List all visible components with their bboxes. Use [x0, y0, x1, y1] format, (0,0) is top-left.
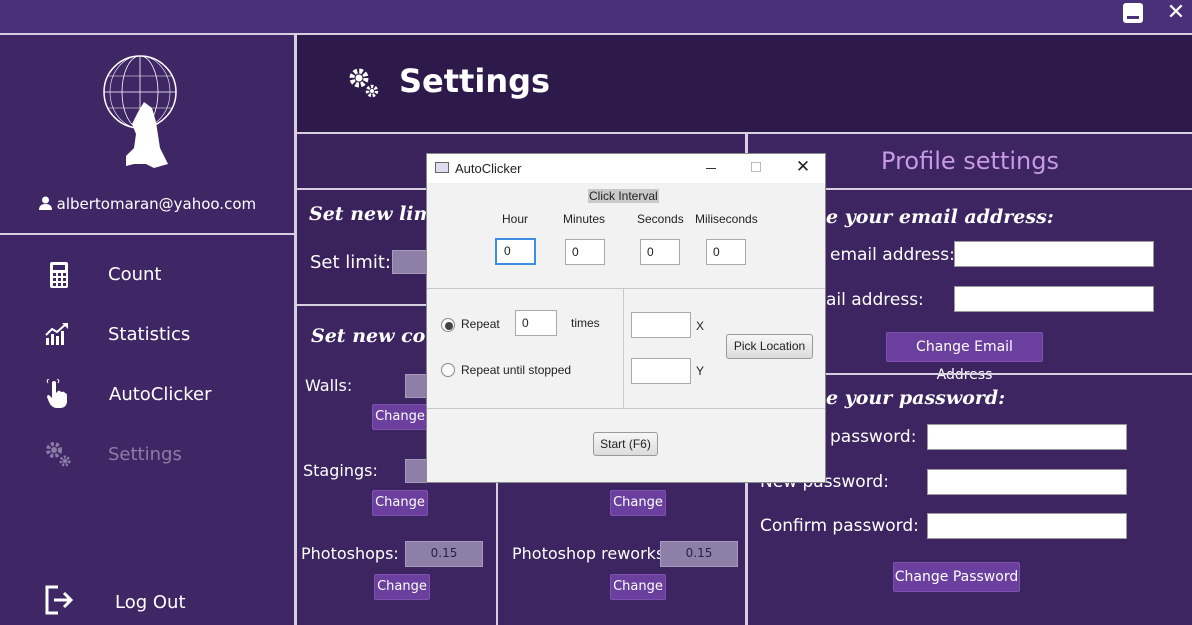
- dialog-maximize-icon[interactable]: [751, 162, 761, 172]
- dialog-separator-2: [427, 408, 825, 409]
- hour-label: Hour: [502, 212, 529, 226]
- minutes-input[interactable]: 0: [565, 239, 605, 265]
- limit-section-title: Set new limi: [309, 203, 441, 225]
- photoshop-reworks-label: Photoshop reworks:: [512, 544, 670, 563]
- user-icon: [38, 195, 57, 213]
- confirm-password-field[interactable]: [927, 513, 1127, 539]
- x-label: X: [696, 319, 705, 333]
- repeat-count-input[interactable]: 0: [515, 310, 557, 336]
- y-coordinate-input[interactable]: [631, 358, 691, 384]
- atlas-logo: [98, 52, 182, 172]
- confirm-password-label: Confirm password:: [760, 516, 919, 536]
- change-email-button[interactable]: Change Email Address: [886, 332, 1043, 383]
- photoshop-reworks-field[interactable]: 0.15: [660, 541, 738, 567]
- settings-gears-icon: [348, 67, 380, 103]
- dialog-minimize-icon[interactable]: [706, 168, 716, 169]
- sidebar-separator: [0, 233, 295, 235]
- photoshops-change-button[interactable]: Change: [374, 574, 430, 600]
- walls-field[interactable]: [405, 374, 427, 398]
- change-password-button[interactable]: Change Password: [893, 562, 1020, 592]
- new-password-field[interactable]: [927, 469, 1127, 495]
- sidebar-item-label: AutoClicker: [109, 384, 212, 405]
- sidebar-item-autoclicker[interactable]: AutoClicker: [0, 375, 294, 415]
- chart-icon: [45, 322, 69, 350]
- dialog-title: AutoClicker: [455, 161, 522, 176]
- miliseconds-label: Miliseconds: [695, 212, 758, 226]
- gears-icon: [45, 441, 73, 473]
- seconds-label: Seconds: [637, 212, 684, 226]
- repeat-label: Repeat: [461, 317, 500, 331]
- stagings-label: Stagings:: [303, 461, 378, 480]
- repeat-radio[interactable]: [441, 318, 455, 332]
- minimize-icon[interactable]: [1123, 3, 1143, 23]
- times-label: times: [571, 316, 600, 330]
- miliseconds-input[interactable]: 0: [706, 239, 746, 265]
- coef-column-divider: [496, 482, 498, 625]
- photoshops-field[interactable]: 0.15: [405, 541, 483, 567]
- set-limit-label: Set limit:: [310, 252, 391, 273]
- sidebar-item-count[interactable]: Count: [0, 255, 294, 295]
- current-email-label: email address:: [830, 245, 955, 265]
- sidebar-item-label: Statistics: [108, 324, 191, 345]
- calculator-icon: [50, 262, 68, 292]
- close-icon[interactable]: ✕: [1164, 0, 1188, 26]
- autoclicker-dialog: AutoClicker ✕ Click Interval Hour Minute…: [426, 153, 826, 483]
- email-section-title: e your email address:: [826, 206, 1054, 228]
- dialog-title-bar[interactable]: AutoClicker ✕: [427, 154, 825, 183]
- pick-location-button[interactable]: Pick Location: [726, 334, 813, 359]
- current-email-field[interactable]: [954, 241, 1154, 267]
- start-button[interactable]: Start (F6): [593, 432, 658, 456]
- coef-change-button-2[interactable]: Change: [610, 490, 666, 516]
- stagings-field[interactable]: [405, 459, 427, 483]
- minutes-label: Minutes: [563, 212, 606, 226]
- sidebar-item-settings[interactable]: Settings: [0, 435, 294, 475]
- sidebar-item-label: Count: [108, 264, 162, 285]
- pointer-hand-icon: [46, 378, 68, 413]
- logout-icon: [44, 584, 76, 620]
- dialog-separator-vertical: [623, 289, 624, 408]
- repeat-until-stopped-radio[interactable]: [441, 363, 455, 377]
- sidebar-item-statistics[interactable]: Statistics: [0, 315, 294, 355]
- y-label: Y: [696, 364, 705, 378]
- user-email: albertomaran@yahoo.com: [56, 195, 257, 213]
- password-section-title: e your password:: [826, 387, 1006, 409]
- logout-label: Log Out: [115, 592, 186, 613]
- old-password-label: password:: [830, 427, 917, 447]
- dialog-close-icon[interactable]: ✕: [795, 156, 811, 178]
- photoshop-reworks-change-button[interactable]: Change: [610, 574, 666, 600]
- app-window-icon: [435, 162, 449, 173]
- hour-input[interactable]: 0: [495, 238, 536, 265]
- x-coordinate-input[interactable]: [631, 312, 691, 338]
- dialog-separator-1: [427, 288, 825, 289]
- logout-button[interactable]: Log Out: [0, 580, 294, 620]
- click-interval-label: Click Interval: [588, 189, 659, 203]
- new-email-label: ail address:: [826, 290, 924, 310]
- walls-change-button[interactable]: Change: [372, 404, 428, 430]
- repeat-until-stopped-label: Repeat until stopped: [461, 363, 572, 377]
- page-title: Settings: [399, 62, 551, 100]
- stagings-change-button[interactable]: Change: [372, 490, 428, 516]
- user-email-row: albertomaran@yahoo.com: [0, 195, 295, 217]
- new-email-field[interactable]: [954, 286, 1154, 312]
- sidebar-item-label: Settings: [108, 444, 182, 465]
- walls-label: Walls:: [305, 376, 353, 395]
- title-bar: [0, 0, 1192, 33]
- seconds-input[interactable]: 0: [640, 239, 680, 265]
- photoshops-label: Photoshops:: [301, 544, 399, 563]
- old-password-field[interactable]: [927, 424, 1127, 450]
